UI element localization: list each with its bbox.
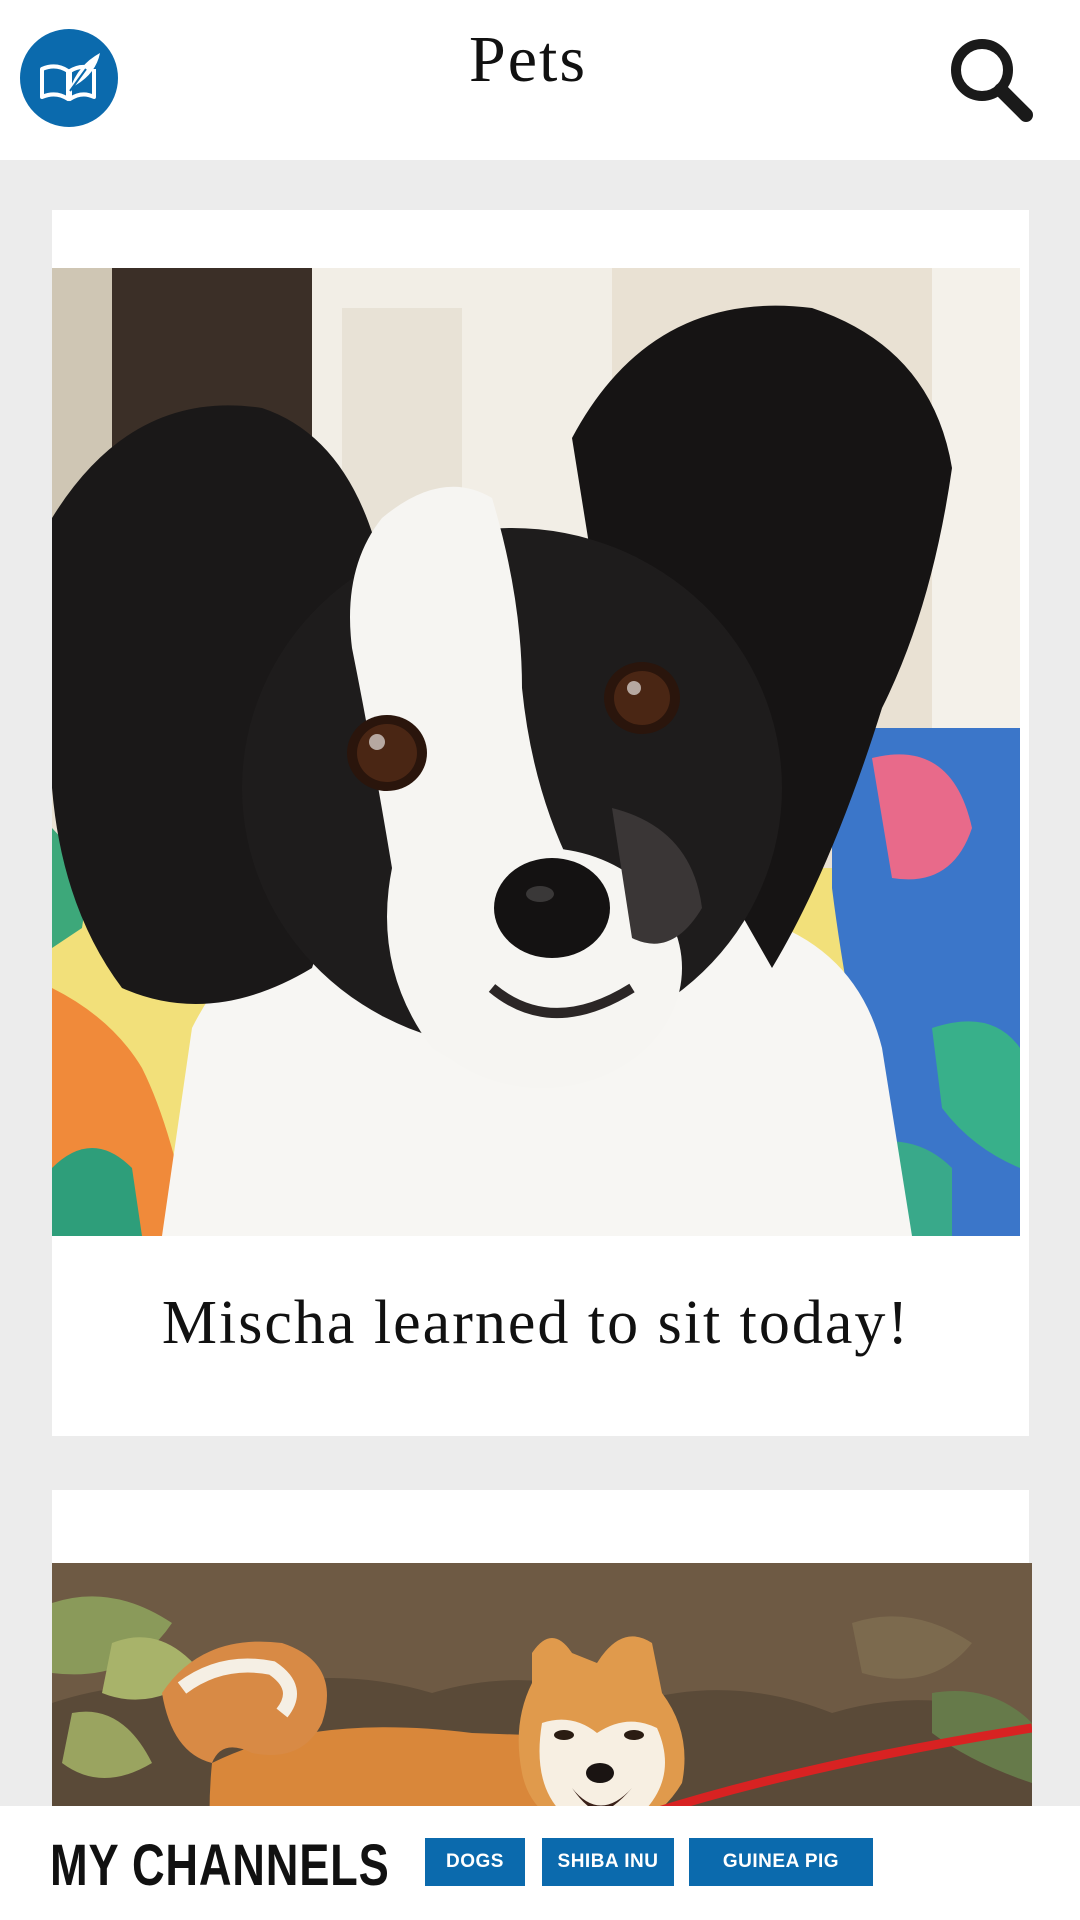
channel-chip-dogs[interactable]: DOGS — [425, 1838, 525, 1886]
channel-chip-guinea-pig[interactable]: GUINEA PIG — [689, 1838, 873, 1886]
page-title: Pets — [468, 23, 588, 96]
channel-chip-shiba-inu[interactable]: SHIBA INU — [542, 1838, 674, 1886]
my-channels-bar: MY CHANNELS DOGS SHIBA INU GUINEA PIG — [0, 1806, 1080, 1920]
app-header: Pets — [0, 0, 1080, 160]
post-image[interactable] — [52, 268, 1020, 1236]
my-channels-title: MY CHANNELS — [50, 1833, 390, 1898]
post-card[interactable]: Mischa learned to sit today! — [52, 210, 1029, 1436]
post-caption: Mischa learned to sit today! — [161, 1289, 911, 1357]
search-icon[interactable] — [940, 30, 1040, 130]
